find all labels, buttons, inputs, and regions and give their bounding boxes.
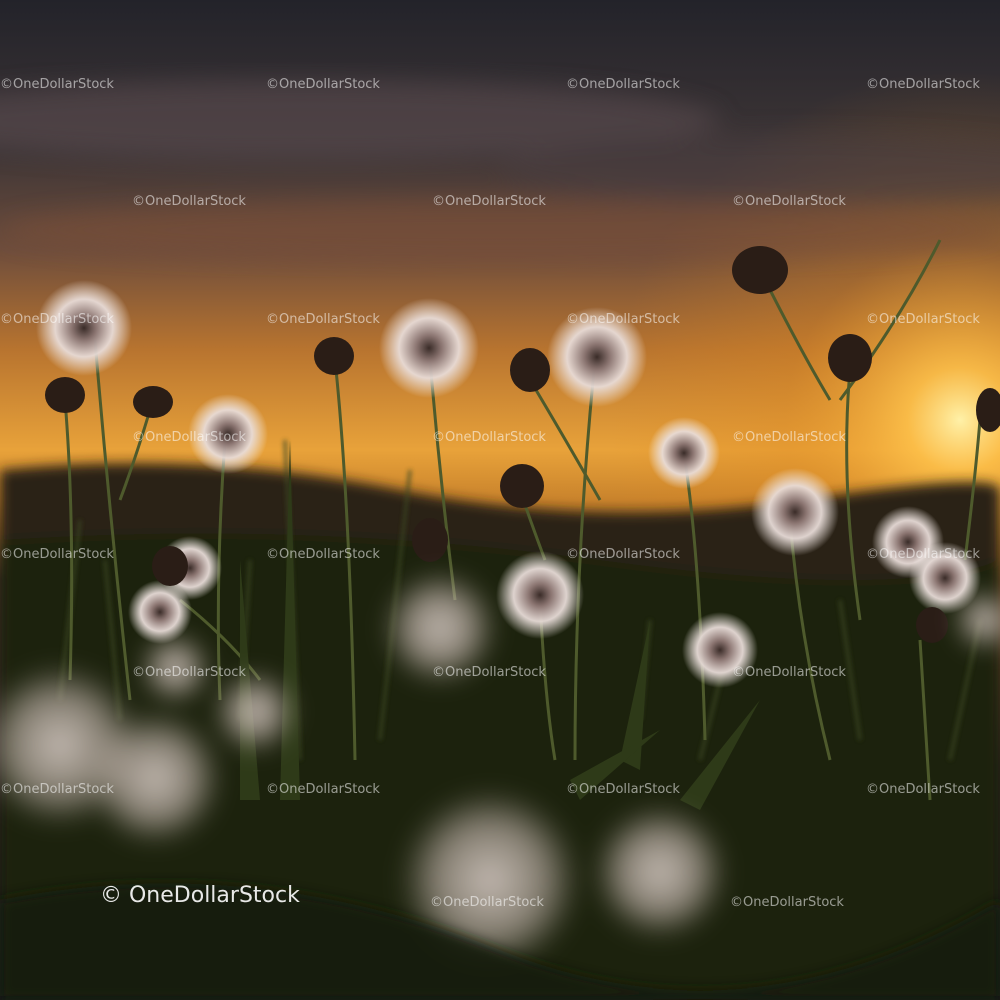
watermark-text: ©OneDollarStock: [132, 665, 246, 680]
watermark-text: ©OneDollarStock: [566, 312, 680, 327]
watermark-text: ©OneDollarStock: [132, 430, 246, 445]
watermark-text: ©OneDollarStock: [432, 430, 546, 445]
watermark-text: ©OneDollarStock: [266, 77, 380, 92]
watermark-text: ©OneDollarStock: [0, 77, 114, 92]
watermark-text: ©OneDollarStock: [866, 782, 980, 797]
watermark-text: ©OneDollarStock: [266, 547, 380, 562]
watermark-text: ©OneDollarStock: [566, 547, 680, 562]
watermark-text: ©OneDollarStock: [0, 782, 114, 797]
watermark-text: ©OneDollarStock: [866, 77, 980, 92]
watermark-text: ©OneDollarStock: [0, 312, 114, 327]
watermark-text: ©OneDollarStock: [430, 895, 544, 910]
watermark-text: ©OneDollarStock: [566, 77, 680, 92]
watermark-text: ©OneDollarStock: [866, 547, 980, 562]
watermark-text: ©OneDollarStock: [732, 665, 846, 680]
watermark-text: ©OneDollarStock: [432, 194, 546, 209]
watermark-text: ©OneDollarStock: [432, 665, 546, 680]
watermark-text: ©OneDollarStock: [266, 782, 380, 797]
photo-scene: ©OneDollarStock ©OneDollarStock ©OneDoll…: [0, 0, 1000, 1000]
watermark-text: ©OneDollarStock: [566, 782, 680, 797]
watermark-text: ©OneDollarStock: [730, 895, 844, 910]
watermark-text: ©OneDollarStock: [132, 194, 246, 209]
watermark-logo-text: © OneDollarStock: [100, 883, 300, 908]
watermark-text: ©OneDollarStock: [866, 312, 980, 327]
watermark-text: ©OneDollarStock: [0, 547, 114, 562]
watermark-text: ©OneDollarStock: [732, 430, 846, 445]
watermark-text: ©OneDollarStock: [732, 194, 846, 209]
dandelion-sunset-photo: [0, 0, 1000, 1000]
watermark-text: ©OneDollarStock: [266, 312, 380, 327]
